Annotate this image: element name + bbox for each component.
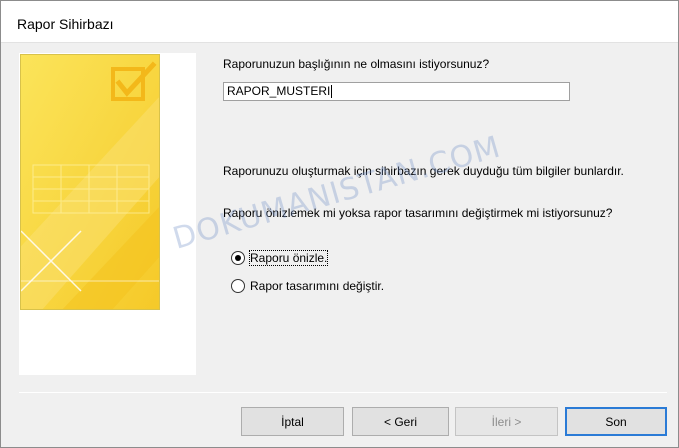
report-wizard-dialog: Rapor Sihirbazı Raporunuzun başlığının n… bbox=[0, 0, 679, 448]
back-button[interactable]: < Geri bbox=[352, 407, 449, 436]
report-title-question: Raporunuzun başlığının ne olmasını istiy… bbox=[223, 57, 490, 71]
radio-preview-checked[interactable] bbox=[231, 251, 245, 265]
option-modify-design[interactable]: Rapor tasarımını değiştir. bbox=[231, 279, 384, 293]
report-title-value: RAPOR_MUSTERI bbox=[227, 84, 331, 98]
window-title: Rapor Sihirbazı bbox=[17, 16, 114, 32]
option-preview-report[interactable]: Raporu önizle. bbox=[231, 250, 329, 266]
report-illustration bbox=[20, 54, 160, 310]
radio-modify-unchecked[interactable] bbox=[231, 279, 245, 293]
next-button[interactable]: İleri > bbox=[455, 407, 558, 436]
watermark: DOKUMANISTAN.COM bbox=[169, 129, 505, 257]
text-caret bbox=[331, 85, 333, 98]
option-modify-label: Rapor tasarımını değiştir. bbox=[250, 279, 385, 293]
report-title-input[interactable]: RAPOR_MUSTERI bbox=[223, 82, 570, 101]
option-preview-label: Raporu önizle. bbox=[248, 250, 329, 266]
separator-line bbox=[19, 392, 667, 393]
cancel-button[interactable]: İptal bbox=[241, 407, 344, 436]
title-bar: Rapor Sihirbazı bbox=[1, 1, 678, 43]
finish-button[interactable]: Son bbox=[565, 407, 667, 436]
wizard-illustration-panel bbox=[19, 53, 196, 375]
